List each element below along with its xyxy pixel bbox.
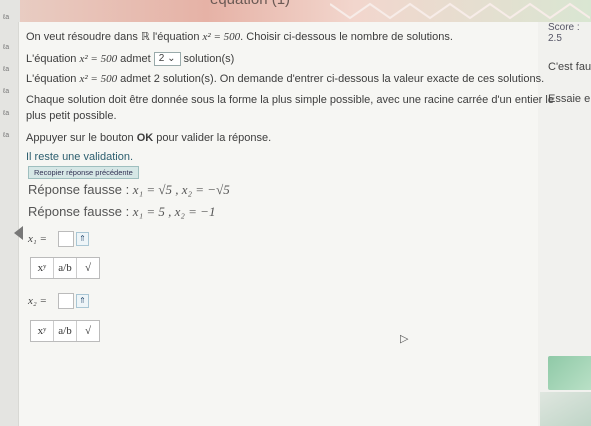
decorative-zigzag bbox=[330, 2, 590, 20]
question-line-1: On veut résoudre dans ℝ l'équation x² = … bbox=[26, 30, 453, 43]
question-line-5: plus petit possible. bbox=[26, 110, 117, 122]
fraction-key[interactable]: a/b bbox=[54, 258, 77, 278]
question-line-2: L'équation x² = 500 admet 2 ⌄ solution(s… bbox=[26, 52, 234, 66]
wrong-answer-2: Réponse fausse : x₁ = 5 , x₂ = −1 bbox=[28, 204, 215, 220]
question-text: pour valider la réponse. bbox=[153, 132, 272, 144]
window-title: équation (1) bbox=[210, 0, 290, 8]
wrong-answer-label: Réponse fausse : bbox=[28, 182, 133, 197]
x2-input[interactable] bbox=[58, 293, 74, 309]
mouse-cursor-icon: ▷ bbox=[400, 333, 409, 345]
remaining-validations: Il reste une validation. bbox=[26, 151, 134, 163]
question-line-4: Chaque solution doit être donnée sous la… bbox=[26, 94, 554, 106]
previous-arrow-icon[interactable] bbox=[14, 226, 23, 240]
question-line-6: Appuyer sur le bouton OK pour valider la… bbox=[26, 132, 271, 144]
gutter-label: ℓa bbox=[3, 14, 10, 21]
left-gutter: ℓa ℓa ℓa ℓa ℓa ℓa bbox=[0, 0, 20, 426]
solution-count-select[interactable]: 2 ⌄ bbox=[153, 52, 181, 66]
question-text: Appuyer sur le bouton bbox=[26, 132, 137, 144]
question-line-3: L'équation x² = 500 admet 2 solution(s).… bbox=[26, 73, 544, 85]
question-text: L'équation bbox=[26, 73, 80, 85]
decorative-green-tab bbox=[548, 356, 591, 390]
retry-text: Essaie er bbox=[548, 93, 591, 105]
equation: x² = 500 bbox=[79, 52, 118, 65]
ok-word: OK bbox=[136, 132, 154, 144]
gutter-label: ℓa bbox=[3, 132, 10, 139]
power-key[interactable]: xʸ bbox=[31, 258, 54, 278]
sqrt-key[interactable]: √ bbox=[77, 258, 99, 278]
fraction-key[interactable]: a/b bbox=[54, 321, 77, 341]
wrong-answer-label: Réponse fausse : bbox=[28, 204, 133, 219]
x2-label: x₂ = bbox=[28, 295, 47, 307]
question-text: admet bbox=[117, 52, 154, 65]
title-bar: équation (1) bbox=[0, 0, 591, 22]
gutter-label: ℓa bbox=[3, 110, 10, 117]
x1-label: x₁ = bbox=[28, 233, 47, 245]
decorative-corner bbox=[540, 392, 591, 426]
equation: x² = 500 bbox=[79, 73, 118, 85]
equation: x² = 500 bbox=[202, 31, 241, 43]
power-key[interactable]: xʸ bbox=[31, 321, 54, 341]
score-label: Score : 2.5 bbox=[548, 22, 580, 44]
wrong-answer-1: Réponse fausse : x₁ = √5 , x₂ = −√5 bbox=[28, 182, 230, 198]
question-text: L'équation bbox=[26, 52, 80, 65]
gutter-label: ℓa bbox=[3, 88, 10, 95]
wrong-answer-value: x₁ = √5 , x₂ = −√5 bbox=[132, 182, 230, 197]
x2-help-button[interactable]: ⇑ bbox=[76, 294, 89, 308]
feedback-text: C'est fau bbox=[548, 61, 591, 73]
question-text: admet 2 solution(s). On demande d'entrer… bbox=[117, 73, 545, 85]
x1-math-keyboard: xʸ a/b √ bbox=[30, 257, 100, 279]
x2-math-keyboard: xʸ a/b √ bbox=[30, 320, 100, 342]
question-text: On veut résoudre dans ℝ l'équation bbox=[26, 31, 203, 43]
question-text: solution(s) bbox=[180, 52, 235, 65]
question-text: . Choisir ci-dessous le nombre de soluti… bbox=[240, 31, 453, 43]
sqrt-key[interactable]: √ bbox=[77, 321, 99, 341]
x1-help-button[interactable]: ⇑ bbox=[76, 232, 89, 246]
recopier-button[interactable]: Recopier réponse précédente bbox=[28, 166, 139, 179]
gutter-label: ℓa bbox=[3, 66, 10, 73]
x1-input[interactable] bbox=[58, 231, 74, 247]
gutter-label: ℓa bbox=[3, 44, 10, 51]
wrong-answer-value: x₁ = 5 , x₂ = −1 bbox=[132, 204, 216, 219]
